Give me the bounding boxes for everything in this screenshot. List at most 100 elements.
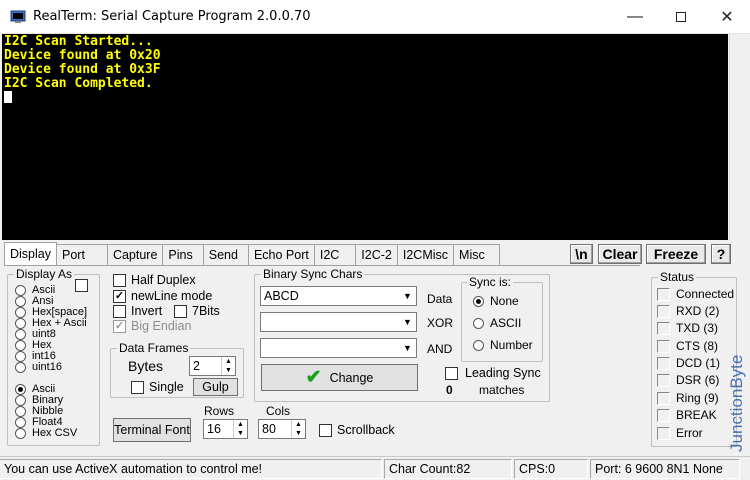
tab-echo-port[interactable]: Echo Port <box>247 244 315 266</box>
data-label: Data <box>427 292 453 306</box>
spin-down-icon: ▼ <box>225 367 232 374</box>
sync-data-combo[interactable]: ABCD ▼ <box>260 286 417 306</box>
led-indicator <box>657 408 670 422</box>
clear-button[interactable]: Clear <box>598 244 642 264</box>
change-button[interactable]: ✔ Change <box>261 364 418 391</box>
tab-i2c[interactable]: I2C <box>313 244 357 266</box>
dropdown-arrow-icon: ▼ <box>403 317 412 327</box>
terminal-line: Device found at 0x3F <box>4 62 161 77</box>
port-info: Port: 6 9600 8N1 None <box>590 459 740 479</box>
led-indicator <box>657 304 670 318</box>
spin-down-icon: ▼ <box>237 430 244 437</box>
sync-is-label: Sync is: <box>467 275 514 289</box>
gulp-button[interactable]: Gulp <box>193 378 238 396</box>
terminal-font-button[interactable]: Terminal Font <box>113 418 191 442</box>
cols-label: Cols <box>266 404 291 418</box>
led-indicator <box>657 373 670 387</box>
check-icon: ✓ <box>113 289 126 303</box>
status-cts: CTS (8) <box>657 339 718 353</box>
led-indicator <box>657 426 670 440</box>
tab-display[interactable]: Display <box>4 242 57 266</box>
xor-label: XOR <box>427 316 454 330</box>
tab-pins[interactable]: Pins <box>162 244 204 266</box>
tab-port[interactable]: Port <box>56 244 108 266</box>
cps-indicator: CPS:0 <box>514 459 588 479</box>
7bits-checkbox[interactable]: 7Bits <box>174 304 220 318</box>
status-connected: Connected <box>657 287 734 301</box>
radio-hex-csv[interactable]: Hex CSV <box>15 428 77 439</box>
status-break: BREAK <box>657 408 717 422</box>
spin-up-icon: ▲ <box>237 421 244 428</box>
status-label: Status <box>658 270 697 284</box>
led-indicator <box>657 287 670 301</box>
minimize-icon: — <box>627 8 643 25</box>
terminal-scrollbar[interactable] <box>729 34 749 240</box>
junctionbyte-watermark-logo: JunctionByte <box>727 355 746 452</box>
spin-up-icon: ▲ <box>295 421 302 428</box>
tab-send[interactable]: Send <box>202 244 249 266</box>
tab-capture[interactable]: Capture <box>106 244 164 266</box>
tab-misc[interactable]: Misc <box>453 244 500 266</box>
leading-sync-checkbox[interactable]: Leading Sync <box>445 366 541 380</box>
spin-down-icon: ▼ <box>295 430 302 437</box>
radio-uint16[interactable]: uint16 <box>15 362 62 373</box>
checkmark-icon: ✔ <box>305 367 322 388</box>
led-indicator <box>657 339 670 353</box>
sync-number-radio[interactable]: Number <box>473 339 533 351</box>
status-ring: Ring (9) <box>657 391 719 405</box>
close-button[interactable]: ✕ <box>704 0 750 34</box>
spin-up-icon: ▲ <box>225 358 232 365</box>
big-endian-checkbox: ✓ Big Endian <box>113 319 192 333</box>
display-as-extra-checkbox[interactable] <box>75 279 88 292</box>
bytes-label: Bytes <box>128 358 164 374</box>
newline-button[interactable]: \n <box>570 244 593 264</box>
check-icon: ✓ <box>113 319 126 333</box>
terminal-line: Device found at 0x20 <box>4 48 161 63</box>
tab-i2c-2[interactable]: I2C-2 <box>355 244 398 266</box>
tab-strip: Display Port Capture Pins Send Echo Port… <box>4 242 500 266</box>
terminal-output[interactable]: I2C Scan Started... Device found at 0x20 D… <box>2 34 728 240</box>
cols-spinner[interactable]: 80 ▲ ▼ <box>258 419 306 439</box>
dropdown-arrow-icon: ▼ <box>403 343 412 353</box>
binary-sync-label: Binary Sync Chars <box>261 267 365 281</box>
display-as-label: Display As <box>14 267 75 281</box>
minimize-button[interactable]: — <box>612 0 658 34</box>
tab-i2cmisc[interactable]: I2CMisc <box>396 244 455 266</box>
invert-checkbox[interactable]: Invert <box>113 304 162 318</box>
resize-grip-icon[interactable] <box>740 467 742 477</box>
status-message: You can use ActiveX automation to contro… <box>0 459 382 479</box>
sync-ascii-radio[interactable]: ASCII <box>473 317 521 329</box>
single-checkbox[interactable]: Single <box>131 380 184 394</box>
half-duplex-checkbox[interactable]: Half Duplex <box>113 273 196 287</box>
status-bar: You can use ActiveX automation to contro… <box>0 456 750 480</box>
title-bar: RealTerm: Serial Capture Program 2.0.0.7… <box>0 0 750 34</box>
maximize-button[interactable] <box>658 0 704 34</box>
led-indicator <box>657 321 670 335</box>
data-frames-label: Data Frames <box>117 341 191 355</box>
status-dsr: DSR (6) <box>657 373 719 387</box>
freeze-button[interactable]: Freeze <box>646 244 706 264</box>
and-label: AND <box>427 342 453 356</box>
status-error: Error <box>657 426 703 440</box>
sync-and-combo[interactable]: ▼ <box>260 338 417 358</box>
status-dcd: DCD (1) <box>657 356 720 370</box>
status-txd: TXD (3) <box>657 321 718 335</box>
matches-count: 0 <box>446 383 453 397</box>
terminal-line: I2C Scan Started... <box>4 34 153 49</box>
close-icon: ✕ <box>720 9 734 26</box>
terminal-line: I2C Scan Completed. <box>4 76 153 91</box>
led-indicator <box>657 391 670 405</box>
status-rxd: RXD (2) <box>657 304 719 318</box>
maximize-icon <box>676 12 686 22</box>
rows-spinner[interactable]: 16 ▲ ▼ <box>203 419 248 439</box>
bytes-spinner[interactable]: 2 ▲ ▼ <box>189 356 236 376</box>
sync-none-radio[interactable]: None <box>473 295 519 307</box>
newline-mode-checkbox[interactable]: ✓ newLine mode <box>113 289 212 303</box>
sync-xor-combo[interactable]: ▼ <box>260 312 417 332</box>
svg-text:JunctionByte: JunctionByte <box>727 355 746 452</box>
matches-label: matches <box>479 383 525 397</box>
scrollback-checkbox[interactable]: Scrollback <box>319 423 395 437</box>
app-icon <box>10 10 26 23</box>
led-indicator <box>657 356 670 370</box>
help-button[interactable]: ? <box>711 244 731 264</box>
